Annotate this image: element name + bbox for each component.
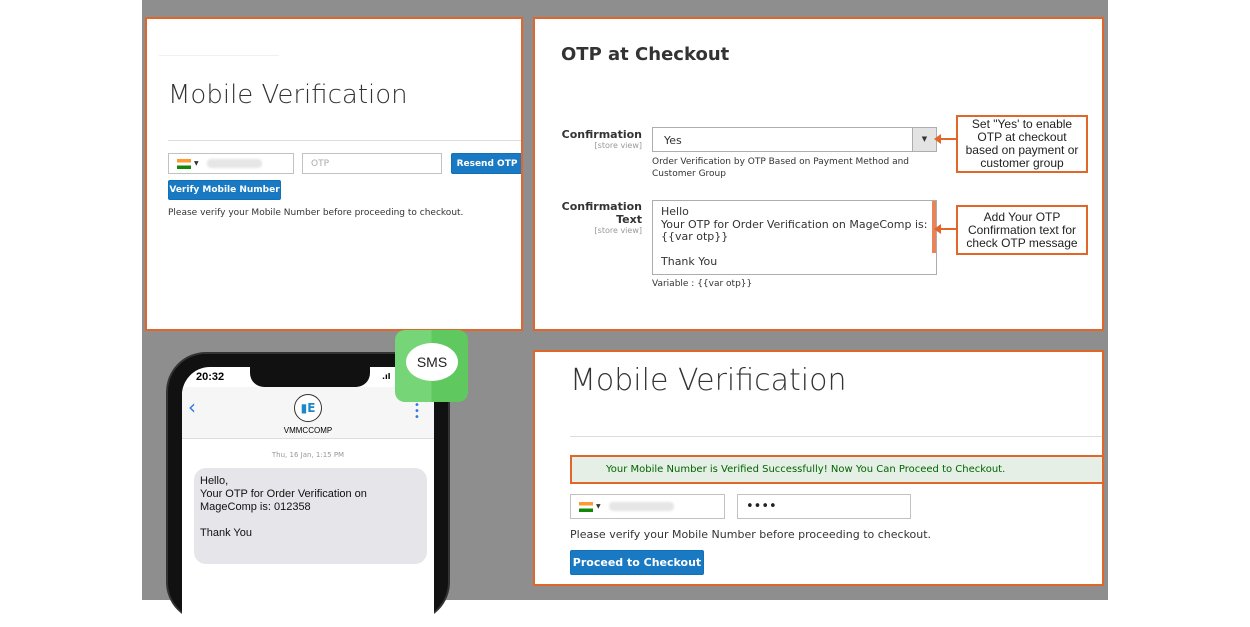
confirmation-text-label: Confirmation Text [store view] xyxy=(535,200,642,235)
verify-mobile-number-button[interactable]: Verify Mobile Number xyxy=(168,180,281,200)
sms-badge-icon: SMS xyxy=(395,330,468,402)
resend-otp-button[interactable]: Resend OTP xyxy=(451,153,521,174)
section-title: OTP at Checkout xyxy=(561,44,730,65)
message-line: Your OTP for Order Verification on MageC… xyxy=(200,488,367,513)
divider xyxy=(168,140,521,141)
proceed-to-checkout-button[interactable]: Proceed to Checkout xyxy=(570,550,704,575)
page-title: Mobile Verification xyxy=(570,363,847,398)
verify-note: Please verify your Mobile Number before … xyxy=(168,208,464,218)
panel-otp-at-checkout: OTP at Checkout Confirmation [store view]… xyxy=(533,17,1104,331)
phone-screen: 20:32 .ıl ‹ ▮E VMMCCOMP • • • Thu, 16 Jan,… xyxy=(182,367,434,627)
success-message: Your Mobile Number is Verified Successfu… xyxy=(570,455,1102,484)
label-text: Confirmation xyxy=(561,128,642,141)
phone-number-blurred xyxy=(206,159,262,168)
sender-name[interactable]: VMMCCOMP xyxy=(182,426,434,435)
chevron-down-icon: ▼ xyxy=(194,160,199,167)
success-text: Your Mobile Number is Verified Successfu… xyxy=(606,464,1006,475)
callout-confirmation: Set "Yes' to enable OTP at checkout base… xyxy=(956,115,1088,173)
back-icon[interactable]: ‹ xyxy=(188,395,196,419)
scope-text: [store view] xyxy=(594,226,642,235)
selected-value: Yes xyxy=(664,134,682,147)
message-line: Thank You xyxy=(200,527,252,539)
verify-note: Please verify your Mobile Number before … xyxy=(570,528,932,541)
phone-input[interactable]: ▼ xyxy=(570,494,725,519)
text-line: Thank You xyxy=(661,255,718,268)
india-flag-icon[interactable] xyxy=(579,501,593,512)
status-time: 20:32 xyxy=(196,371,225,383)
label-text: Confirmation Text xyxy=(561,200,642,226)
message-bubble: Hello, Your OTP for Order Verification o… xyxy=(194,468,427,564)
divider xyxy=(570,436,1102,437)
scope-text: [store view] xyxy=(594,141,642,150)
arrow-icon xyxy=(934,224,956,234)
arrow-icon xyxy=(934,134,956,144)
phone-number-blurred xyxy=(608,502,674,511)
sms-badge-label: SMS xyxy=(406,343,458,381)
text-line: Hello xyxy=(661,205,689,218)
callout-confirmation-text: Add Your OTP Confirmation text for check… xyxy=(956,205,1088,255)
text-line: {{var otp}} xyxy=(661,230,729,243)
confirmation-hint: Order Verification by OTP Based on Payme… xyxy=(652,157,910,179)
otp-input[interactable]: •••• xyxy=(737,494,911,519)
confirmation-textarea[interactable]: Hello Your OTP for Order Verification on… xyxy=(652,200,937,275)
panel-mobile-verification: Mobile Verification ▼ OTP Resend OTP Ver… xyxy=(145,17,523,331)
confirmation-label: Confirmation [store view] xyxy=(535,128,642,150)
message-timestamp: Thu, 16 Jan, 1:15 PM xyxy=(271,451,345,459)
message-line: Hello, xyxy=(200,475,229,487)
divider xyxy=(159,55,279,56)
confirmation-select[interactable]: Yes ▼ xyxy=(652,127,937,152)
otp-input[interactable]: OTP xyxy=(302,153,442,174)
variable-hint: Variable : {{var otp}} xyxy=(652,279,753,289)
page-title: Mobile Verification xyxy=(168,80,408,110)
phone-input[interactable]: ▼ xyxy=(168,153,294,174)
sender-avatar[interactable]: ▮E xyxy=(294,394,322,422)
chevron-down-icon: ▼ xyxy=(596,503,601,510)
chevron-down-icon[interactable]: ▼ xyxy=(912,128,936,151)
signal-icon: .ıl xyxy=(382,372,391,381)
notch xyxy=(250,367,370,387)
more-icon[interactable]: • • • xyxy=(414,401,420,423)
india-flag-icon[interactable] xyxy=(177,158,191,169)
panel-mobile-verified: Mobile Verification Your Mobile Number i… xyxy=(533,350,1104,586)
